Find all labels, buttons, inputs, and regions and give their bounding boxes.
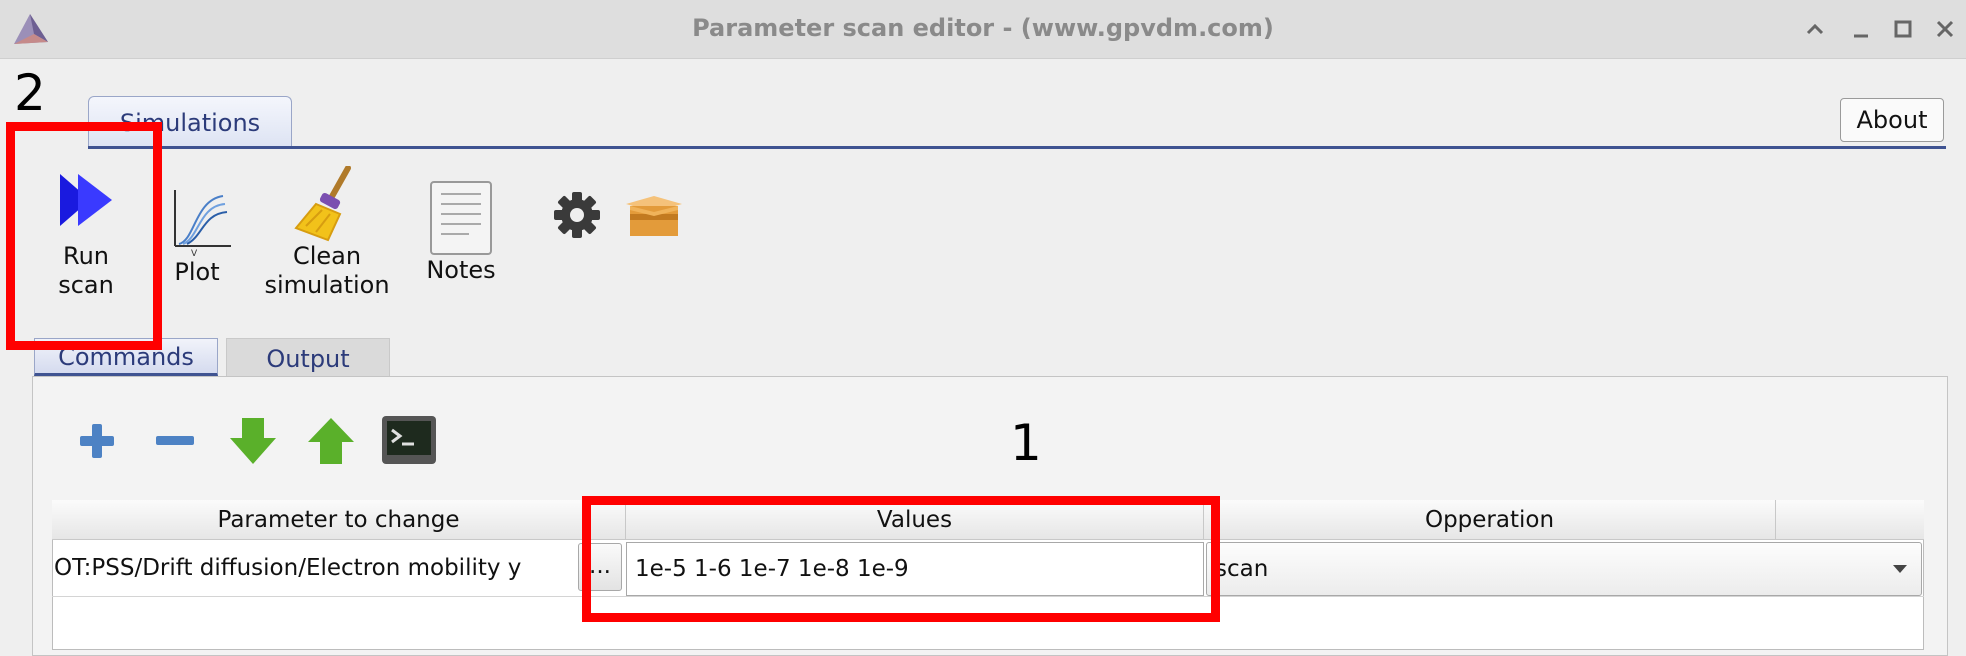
window-title: Parameter scan editor - (www.gpvdm.com) [692,14,1274,42]
notes-icon [430,181,492,255]
minimize-icon[interactable] [1846,14,1876,44]
about-button[interactable]: About [1840,98,1944,142]
column-header-operation[interactable]: Opperation [1204,500,1776,540]
column-header-spacer [1776,500,1924,540]
annotation-step-2: 2 [14,64,46,122]
annotation-step-1: 1 [1010,414,1042,472]
title-bar: Parameter scan editor - (www.gpvdm.com) [0,0,1966,59]
move-down-icon[interactable] [224,412,282,470]
parameter-cell[interactable]: OT:PSS/Drift diffusion/Electron mobility… [54,540,574,596]
close-icon[interactable] [1930,14,1960,44]
restore-icon[interactable] [1888,14,1918,44]
add-icon[interactable] [68,412,126,470]
svg-text:V: V [191,249,198,258]
highlight-run-scan [6,122,162,350]
terminal-icon[interactable] [380,412,438,470]
clean-simulation-label: Clean simulation [264,242,390,299]
operation-select[interactable]: scan [1206,542,1922,596]
broom-icon [294,166,351,242]
chevron-down-icon [1893,565,1907,573]
tab-underline [88,146,1946,149]
notes-label: Notes [426,256,496,284]
plot-label: Plot [174,258,220,286]
gear-icon[interactable] [552,190,602,240]
box-icon[interactable] [624,192,684,238]
move-up-icon[interactable] [302,412,360,470]
notes-button[interactable]: Notes [420,180,502,285]
column-header-parameter[interactable]: Parameter to change [52,500,626,540]
clean-simulation-button[interactable]: Clean simulation [260,166,394,300]
operation-select-value: scan [1215,556,1269,582]
tab-output[interactable]: Output [226,338,390,378]
remove-icon[interactable] [146,412,204,470]
plot-button[interactable]: V Plot [160,186,234,287]
highlight-values [582,496,1220,622]
maximize-chevron-icon[interactable] [1800,14,1830,44]
plot-icon: V [174,190,231,258]
